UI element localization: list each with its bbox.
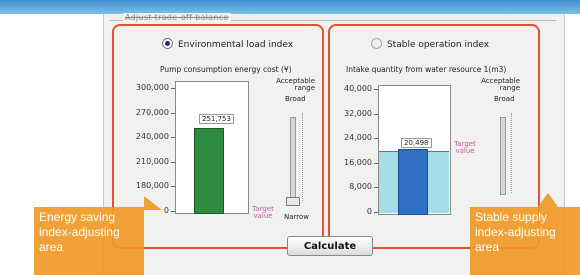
supply-bar — [398, 149, 428, 215]
energy-bar — [194, 128, 224, 214]
supply-y-tick-label: 40,000 — [344, 84, 372, 93]
supply-target-label: Target value — [454, 140, 476, 155]
energy-y-tick-label: 300,000 — [135, 83, 169, 92]
supply-y-tick-label: 16,000 — [344, 157, 372, 167]
environmental-load-label: Environmental load index — [178, 40, 294, 50]
energy-y-tick-mark — [171, 161, 175, 163]
calculate-button[interactable]: Calculate — [287, 236, 373, 256]
stable-operation-radio[interactable]: Stable operation index — [371, 38, 489, 50]
supply-acceptable-label: Acceptable range — [481, 77, 520, 92]
energy-y-tick-mark — [171, 112, 175, 114]
supply-value-label: 20,498 — [401, 138, 432, 148]
energy-y-tick-mark — [171, 186, 175, 187]
supply-y-tick-mark — [374, 187, 378, 188]
supply-y-tick-mark — [374, 89, 378, 90]
supply-slider-track[interactable] — [500, 117, 506, 195]
supply-y-tick-mark — [374, 138, 378, 139]
stable-supply-callout: Stable supply index-adjusting area — [470, 207, 580, 275]
energy-y-tick-mark — [171, 210, 175, 212]
supply-y-tick-mark — [374, 211, 378, 213]
energy-acceptable-label: Acceptable range — [276, 77, 315, 92]
energy-narrow-label: Narrow — [284, 213, 310, 221]
energy-broad-label: Broad — [285, 95, 306, 103]
energy-y-tick-label: 210,000 — [135, 156, 169, 166]
energy-target-label: Target value — [252, 205, 274, 220]
energy-y-tick-label: 270,000 — [135, 107, 169, 117]
supply-y-tick-mark — [374, 162, 378, 164]
supply-y-tick-label: 0 — [366, 206, 372, 216]
header-band — [0, 0, 580, 14]
energy-y-tick-mark — [171, 137, 175, 138]
energy-y-tick-mark — [171, 88, 175, 89]
energy-slider-thumb[interactable] — [286, 197, 300, 206]
supply-slider-ticks — [511, 113, 512, 193]
supply-broad-label: Broad — [494, 95, 515, 103]
energy-slider-ticks — [302, 113, 303, 203]
supply-y-tick-label: 8,000 — [349, 182, 372, 191]
stable-operation-label: Stable operation index — [387, 40, 490, 50]
supply-y-tick-label: 32,000 — [344, 108, 372, 118]
energy-saving-callout: Energy saving index-adjusting area — [34, 207, 144, 275]
energy-value-label: 251,753 — [199, 114, 234, 124]
energy-y-tick-label: 240,000 — [135, 132, 169, 141]
energy-chart-caption: Pump consumption energy cost (¥) — [160, 65, 292, 74]
energy-y-tick-label: 180,000 — [135, 181, 169, 190]
supply-y-tick-label: 24,000 — [344, 133, 372, 142]
energy-y-tick-label: 0 — [163, 205, 169, 215]
supply-callout-pointer — [538, 193, 558, 207]
environmental-load-radio[interactable]: Environmental load index — [162, 38, 293, 50]
groupbox-title: Adjust trade-off balance — [123, 13, 231, 22]
energy-slider-track[interactable] — [290, 117, 296, 205]
radio-unselected-icon[interactable] — [371, 38, 382, 49]
supply-chart-caption: Intake quantity from water resource 1(m3… — [346, 65, 507, 74]
radio-selected-icon[interactable] — [162, 38, 173, 49]
supply-y-tick-mark — [374, 113, 378, 115]
